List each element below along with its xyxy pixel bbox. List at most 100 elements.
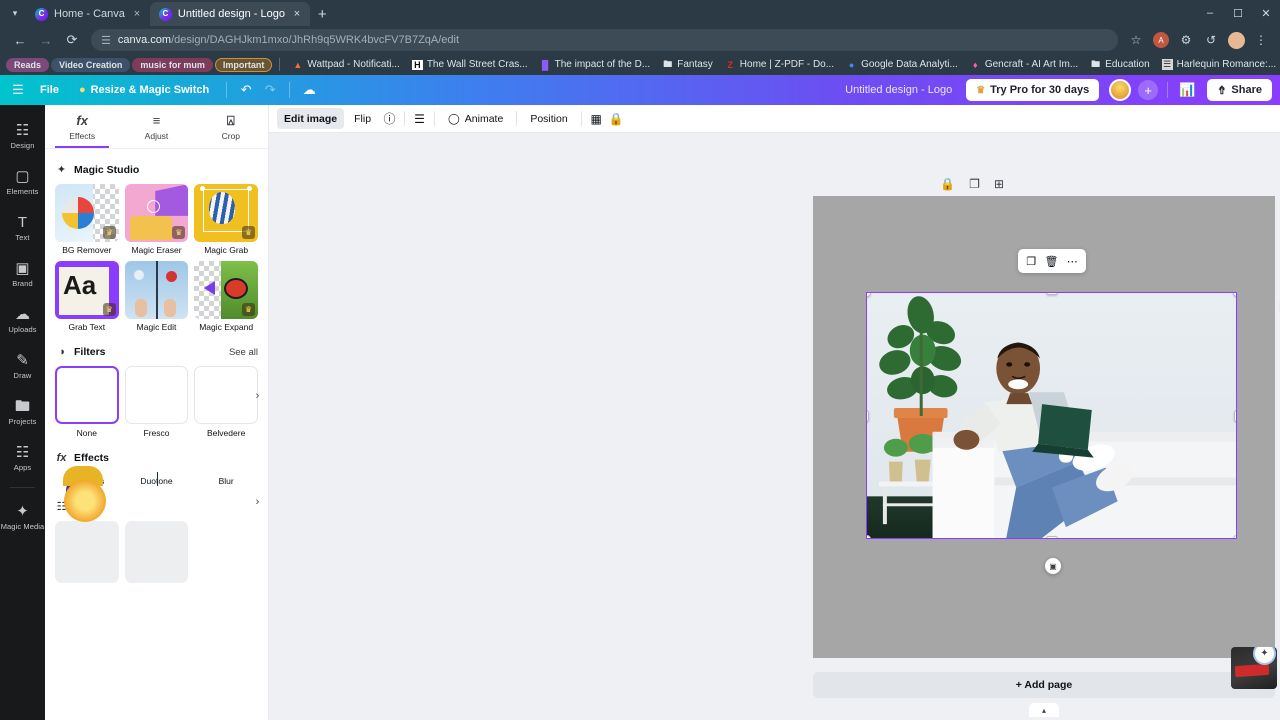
duplicate-icon[interactable]: ❐ bbox=[969, 177, 980, 191]
forward-icon[interactable]: → bbox=[34, 28, 58, 52]
effect-blur[interactable]: Blur bbox=[64, 472, 258, 522]
app-placeholder[interactable] bbox=[55, 521, 119, 583]
hamburger-icon[interactable]: ☰ bbox=[8, 82, 28, 98]
sidebar-item-design[interactable]: ☷ Design bbox=[0, 113, 45, 159]
magic-tool-bg-remover[interactable]: ♛ BG Remover bbox=[55, 184, 119, 255]
resize-handle-top[interactable] bbox=[1045, 293, 1058, 295]
magic-tool-grab-text[interactable]: Aa ♛ Grab Text bbox=[55, 261, 119, 332]
lock-icon[interactable]: 🔒 bbox=[940, 177, 955, 191]
redo-icon[interactable]: ↷ bbox=[260, 82, 280, 98]
bookmark-fantasy[interactable]: 🖿 Fantasy bbox=[657, 56, 718, 74]
filter-fresco[interactable]: Fresco bbox=[124, 366, 189, 438]
bookmark-reads[interactable]: Reads bbox=[6, 57, 50, 72]
resize-magic-switch-button[interactable]: ● Resize & Magic Switch bbox=[71, 79, 217, 101]
account-avatar-icon[interactable] bbox=[1225, 29, 1247, 51]
cloud-saved-icon[interactable]: ☁ bbox=[299, 82, 319, 98]
document-title[interactable]: Untitled design - Logo bbox=[845, 84, 962, 96]
transparency-icon[interactable]: ☰ bbox=[411, 112, 428, 126]
flip-button[interactable]: Flip bbox=[347, 108, 378, 129]
try-pro-button[interactable]: ♛ Try Pro for 30 days bbox=[966, 79, 1100, 101]
app-placeholder[interactable] bbox=[124, 521, 189, 583]
resize-handle-left[interactable] bbox=[867, 409, 869, 422]
address-bar[interactable]: ☰ canva.com/design/DAGHJkm1mxo/JhRh9q5WR… bbox=[91, 29, 1118, 51]
tab-crop[interactable]: ⍓ Crop bbox=[194, 105, 268, 148]
filters-see-all-link[interactable]: See all bbox=[229, 347, 258, 358]
resize-handle-bottom-right[interactable] bbox=[1232, 534, 1236, 538]
resize-handle-right[interactable] bbox=[1234, 409, 1236, 422]
new-tab-button[interactable]: + bbox=[310, 6, 335, 26]
chevron-right-icon[interactable]: › bbox=[250, 494, 265, 509]
chevron-up-icon[interactable]: ▴ bbox=[1029, 703, 1059, 717]
tab-adjust[interactable]: ≡ Adjust bbox=[119, 105, 193, 148]
bookmark-harlequin-romance[interactable]: ☰ Harlequin Romance:... bbox=[1157, 58, 1280, 71]
tab-effects[interactable]: fx Effects bbox=[45, 105, 119, 148]
close-window-icon[interactable]: ✕ bbox=[1252, 7, 1280, 20]
resize-handle-bottom[interactable] bbox=[1045, 536, 1058, 538]
maximize-icon[interactable]: ☐ bbox=[1224, 7, 1252, 20]
duplicate-icon[interactable]: ❐ bbox=[1026, 255, 1036, 268]
close-icon[interactable]: × bbox=[131, 8, 143, 20]
reload-icon[interactable]: ⟳ bbox=[60, 28, 84, 52]
minimize-icon[interactable]: – bbox=[1196, 7, 1224, 19]
info-icon[interactable]: ⓘ bbox=[381, 110, 398, 127]
sidebar-item-apps[interactable]: ☷ Apps bbox=[0, 435, 45, 481]
file-menu-button[interactable]: File bbox=[32, 79, 67, 101]
resize-handle-top-left[interactable] bbox=[867, 293, 871, 297]
duplicate-pattern-icon[interactable]: ▦ bbox=[588, 112, 605, 126]
site-settings-icon[interactable]: ☰ bbox=[101, 34, 111, 47]
browser-tab-untitled-design[interactable]: C Untitled design - Logo × bbox=[149, 2, 310, 26]
history-icon[interactable]: ↺ bbox=[1200, 29, 1222, 51]
star-icon[interactable]: ☆ bbox=[1125, 29, 1147, 51]
undo-icon[interactable]: ↶ bbox=[236, 82, 256, 98]
sidebar-item-brand[interactable]: ▣ Brand bbox=[0, 251, 45, 297]
back-icon[interactable]: ← bbox=[8, 28, 32, 52]
bookmark-music-for-mum[interactable]: music for mum bbox=[132, 57, 213, 72]
sidebar-item-text[interactable]: T Text bbox=[0, 205, 45, 251]
resize-handle-top-right[interactable] bbox=[1232, 293, 1236, 297]
add-page-button[interactable]: + Add page bbox=[813, 672, 1275, 698]
bookmark-education[interactable]: 🖿 Education bbox=[1085, 56, 1154, 74]
position-button[interactable]: Position bbox=[523, 108, 574, 129]
bookmark-video-creation[interactable]: Video Creation bbox=[51, 57, 131, 72]
sidebar-item-draw[interactable]: ✎ Draw bbox=[0, 343, 45, 389]
lock-icon[interactable]: 🔒 bbox=[608, 112, 625, 126]
chevron-right-icon[interactable]: › bbox=[250, 388, 265, 403]
magic-promo-badge[interactable]: ✦ bbox=[1231, 647, 1277, 689]
filter-none[interactable]: None bbox=[55, 366, 119, 438]
sidebar-item-projects[interactable]: 🖿 Projects bbox=[0, 389, 45, 435]
user-avatar[interactable] bbox=[1109, 79, 1132, 101]
filter-belvedere[interactable]: Belvedere bbox=[194, 366, 258, 438]
browser-tab-home-canva[interactable]: C Home - Canva × bbox=[26, 2, 150, 26]
trash-icon[interactable]: 🗑 bbox=[1044, 255, 1058, 268]
sidebar-item-elements[interactable]: ▢ Elements bbox=[0, 159, 45, 205]
bookmark-impact-of-the-d[interactable]: █ The impact of the D... bbox=[535, 58, 656, 71]
canvas-workspace[interactable]: 🔒 ❐ ⊞ ❐ 🗑 ⋯ ▣ + Add page ▴ bbox=[269, 133, 1280, 720]
profile-icon[interactable]: A bbox=[1150, 29, 1172, 51]
magic-tool-magic-edit[interactable]: Magic Edit bbox=[124, 261, 189, 332]
crop-handle-icon[interactable]: ▣ bbox=[1045, 558, 1061, 574]
magic-tool-magic-expand[interactable]: ♛ Magic Expand bbox=[194, 261, 258, 332]
resize-handle-bottom-left[interactable] bbox=[867, 534, 871, 538]
bookmark-wall-street-crash[interactable]: H The Wall Street Cras... bbox=[407, 58, 533, 71]
selected-image-element[interactable] bbox=[866, 292, 1237, 539]
more-icon[interactable]: ⋯ bbox=[1067, 255, 1078, 268]
bookmark-gencraft[interactable]: ♦ Gencraft - AI Art Im... bbox=[965, 58, 1083, 71]
panel-content[interactable]: ✦ Magic Studio ♛ BG Remover ♛ Magic Eras… bbox=[45, 149, 268, 720]
magic-tool-magic-eraser[interactable]: ♛ Magic Eraser bbox=[124, 184, 189, 255]
add-page-icon[interactable]: ⊞ bbox=[994, 177, 1004, 191]
browser-menu-icon[interactable]: ⋮ bbox=[1250, 29, 1272, 51]
edit-image-button[interactable]: Edit image bbox=[277, 108, 345, 129]
bookmark-google-data-analytics[interactable]: ● Google Data Analyti... bbox=[841, 58, 963, 71]
animate-button[interactable]: ◯ Animate bbox=[441, 108, 510, 129]
bookmark-wattpad[interactable]: ▲ Wattpad - Notificati... bbox=[287, 58, 404, 71]
sidebar-item-uploads[interactable]: ☁ Uploads bbox=[0, 297, 45, 343]
extensions-icon[interactable]: ⚙ bbox=[1175, 29, 1197, 51]
share-button[interactable]: ⇮ Share bbox=[1207, 79, 1272, 101]
bookmark-z-pdf[interactable]: Z Home | Z-PDF - Do... bbox=[720, 58, 839, 71]
chevron-down-icon[interactable]: ▾ bbox=[4, 2, 26, 24]
close-icon[interactable]: × bbox=[291, 8, 303, 20]
magic-tool-magic-grab[interactable]: ♛ Magic Grab bbox=[194, 184, 258, 255]
bookmark-important[interactable]: Important bbox=[214, 57, 273, 72]
sidebar-item-magic-media[interactable]: ✦ Magic Media bbox=[0, 494, 45, 540]
add-collaborator-button[interactable]: + bbox=[1138, 80, 1159, 100]
